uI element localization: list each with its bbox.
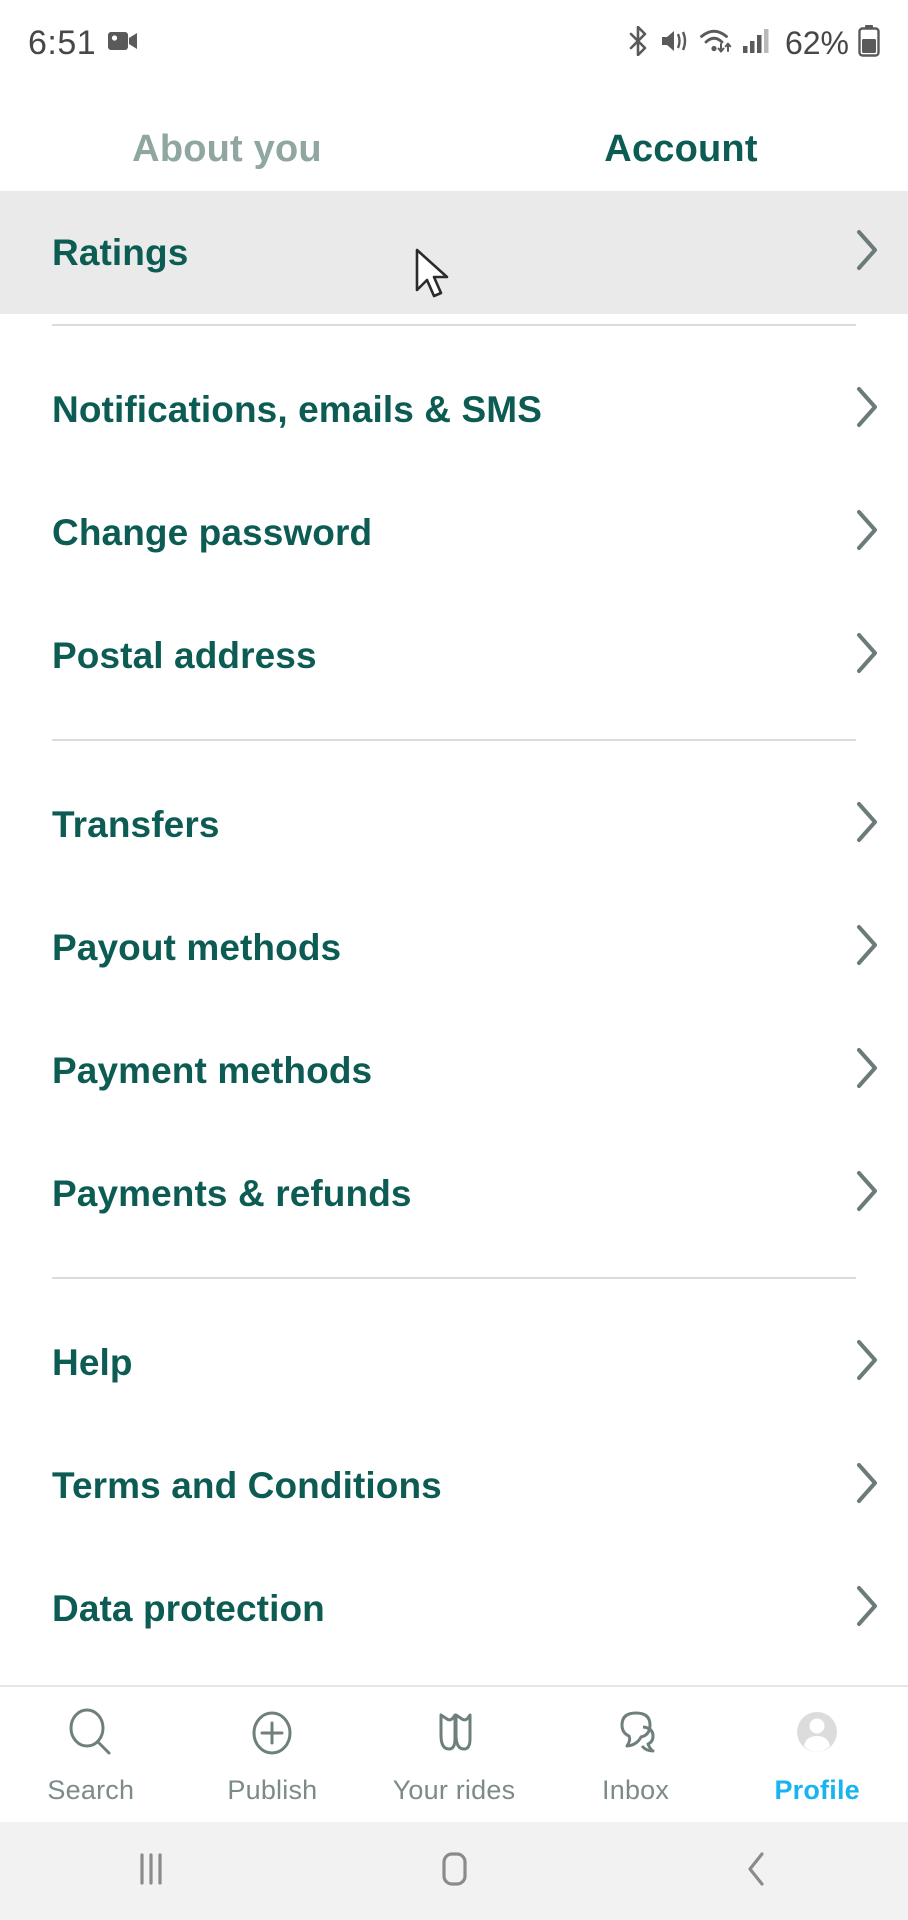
group-gap (0, 741, 908, 763)
chevron-right-icon (854, 1046, 880, 1095)
rides-icon (425, 1703, 483, 1765)
chevron-right-icon (854, 508, 880, 557)
recents-icon (131, 1847, 171, 1896)
list-item-label: Payout methods (52, 927, 342, 968)
group-gap (0, 314, 908, 324)
chevron-right-icon (854, 800, 880, 849)
nav-item-label: Search (47, 1775, 135, 1805)
battery-icon (858, 24, 880, 62)
list-item-help[interactable]: Help (0, 1301, 908, 1424)
chevron-right-icon (854, 385, 880, 434)
battery-percent-label: 62% (784, 24, 849, 61)
recents-button[interactable] (0, 1847, 303, 1896)
chevron-right-icon (854, 1584, 880, 1633)
plus-circle-icon (243, 1703, 301, 1765)
list-item-terms-conditions[interactable]: Terms and Conditions (0, 1424, 908, 1547)
list-item-label: Ratings (52, 232, 189, 273)
list-item-data-protection[interactable]: Data protection (0, 1547, 908, 1670)
nav-item-search[interactable]: Search (0, 1703, 182, 1806)
home-button[interactable] (303, 1847, 606, 1896)
list-item-label: Transfers (52, 804, 220, 845)
chevron-right-icon (854, 1169, 880, 1218)
nav-item-inbox[interactable]: Inbox (545, 1703, 727, 1806)
status-bar-clock: 6:51 (28, 23, 97, 62)
account-settings-list[interactable]: Ratings Notifications, emails & SMS Chan… (0, 191, 908, 1685)
list-item-payout-methods[interactable]: Payout methods (0, 886, 908, 1009)
chevron-right-icon (854, 1461, 880, 1510)
list-item-notifications[interactable]: Notifications, emails & SMS (0, 348, 908, 471)
wifi-icon (699, 27, 733, 60)
bluetooth-icon (627, 25, 651, 61)
group-gap (0, 1255, 908, 1277)
list-item-label: Notifications, emails & SMS (52, 389, 542, 430)
nav-item-label: Profile (774, 1775, 860, 1805)
search-icon (62, 1703, 120, 1765)
nav-item-your-rides[interactable]: Your rides (363, 1703, 545, 1806)
mute-vibrate-icon (660, 27, 690, 60)
group-gap (0, 1279, 908, 1301)
tab-about-you-label: About you (132, 127, 322, 170)
status-bar: 6:51 62% (0, 0, 908, 86)
nav-item-profile[interactable]: Profile (726, 1703, 908, 1806)
list-item-label: Payments & refunds (52, 1173, 412, 1214)
status-bar-left: 6:51 (28, 24, 138, 63)
nav-item-publish[interactable]: Publish (182, 1703, 364, 1806)
list-item-label: Payment methods (52, 1050, 373, 1091)
list-item-postal-address[interactable]: Postal address (0, 594, 908, 717)
list-item-label: Change password (52, 512, 373, 553)
nav-item-label: Inbox (602, 1775, 670, 1805)
list-item-label: Help (52, 1342, 133, 1383)
list-item-payment-methods[interactable]: Payment methods (0, 1009, 908, 1132)
cellular-signal-icon (742, 27, 772, 60)
group-gap (0, 326, 908, 348)
status-bar-right: 62% (627, 24, 880, 62)
nav-item-label: Your rides (392, 1775, 516, 1805)
chevron-right-icon (854, 631, 880, 680)
home-icon (432, 1847, 476, 1896)
list-item-label: Data protection (52, 1588, 325, 1629)
tab-account-label: Account (604, 127, 758, 170)
list-item-transfers[interactable]: Transfers (0, 763, 908, 886)
android-system-nav (0, 1822, 908, 1920)
chevron-right-icon (854, 1338, 880, 1387)
bottom-navigation-bar: Search Publish Your rides Inbox Profile (0, 1685, 908, 1822)
chat-bubble-icon (607, 1703, 665, 1765)
list-item-ratings[interactable]: Ratings (0, 191, 908, 314)
list-item-label: Terms and Conditions (52, 1465, 442, 1506)
nav-item-label: Publish (227, 1775, 318, 1805)
back-button[interactable] (605, 1847, 908, 1896)
phone-screen: 6:51 62% About you Account Ratings Notif… (0, 0, 908, 1920)
chevron-right-icon (854, 228, 880, 277)
group-gap (0, 717, 908, 739)
screen-record-icon (108, 29, 138, 58)
chevron-right-icon (854, 923, 880, 972)
back-icon (737, 1847, 777, 1896)
list-item-change-password[interactable]: Change password (0, 471, 908, 594)
avatar-icon (788, 1703, 846, 1765)
list-item-payments-refunds[interactable]: Payments & refunds (0, 1132, 908, 1255)
list-item-label: Postal address (52, 635, 317, 676)
